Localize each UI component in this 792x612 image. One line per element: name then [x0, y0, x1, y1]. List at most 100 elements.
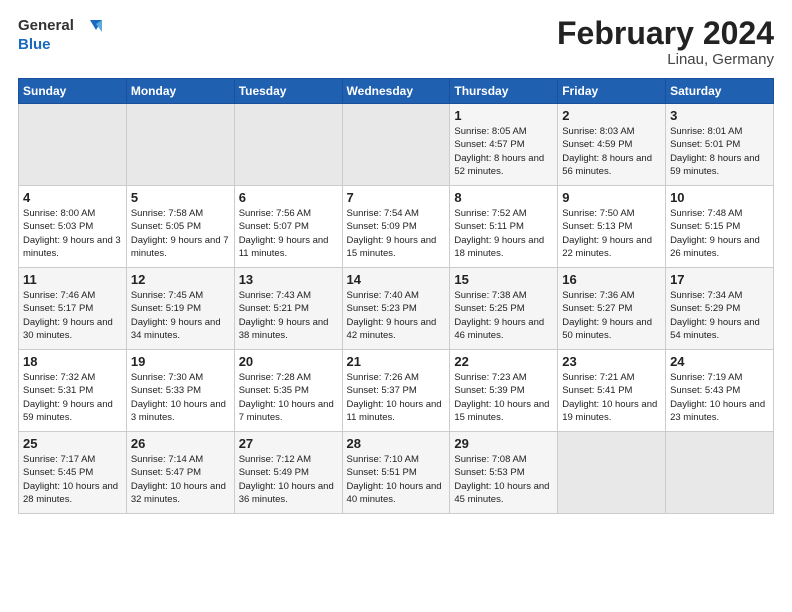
calendar-cell: 7 Sunrise: 7:54 AM Sunset: 5:09 PM Daylig…: [342, 186, 450, 268]
day-number: 25: [23, 436, 122, 451]
day-number: 19: [131, 354, 230, 369]
day-number: 16: [562, 272, 661, 287]
day-number: 23: [562, 354, 661, 369]
day-number: 24: [670, 354, 769, 369]
cell-info: Sunrise: 7:38 AM Sunset: 5:25 PM Dayligh…: [454, 289, 553, 342]
day-number: 14: [347, 272, 446, 287]
header-row: SundayMondayTuesdayWednesdayThursdayFrid…: [19, 79, 774, 104]
day-number: 27: [239, 436, 338, 451]
calendar-cell: 3 Sunrise: 8:01 AM Sunset: 5:01 PM Daylig…: [666, 104, 774, 186]
day-number: 26: [131, 436, 230, 451]
cell-info: Sunrise: 7:56 AM Sunset: 5:07 PM Dayligh…: [239, 207, 338, 260]
cell-info: Sunrise: 7:46 AM Sunset: 5:17 PM Dayligh…: [23, 289, 122, 342]
cell-info: Sunrise: 7:36 AM Sunset: 5:27 PM Dayligh…: [562, 289, 661, 342]
calendar-cell: 16 Sunrise: 7:36 AM Sunset: 5:27 PM Dayli…: [558, 268, 666, 350]
page: General Blue February 2024 Linau, German…: [0, 0, 792, 526]
calendar-cell: 4 Sunrise: 8:00 AM Sunset: 5:03 PM Daylig…: [19, 186, 127, 268]
day-header-saturday: Saturday: [666, 79, 774, 104]
cell-info: Sunrise: 8:00 AM Sunset: 5:03 PM Dayligh…: [23, 207, 122, 260]
logo-blue: Blue: [18, 36, 51, 53]
day-header-wednesday: Wednesday: [342, 79, 450, 104]
cell-info: Sunrise: 8:03 AM Sunset: 4:59 PM Dayligh…: [562, 125, 661, 178]
cell-info: Sunrise: 7:14 AM Sunset: 5:47 PM Dayligh…: [131, 453, 230, 506]
calendar-cell: 24 Sunrise: 7:19 AM Sunset: 5:43 PM Dayli…: [666, 350, 774, 432]
logo: General Blue: [18, 16, 102, 54]
cell-info: Sunrise: 7:17 AM Sunset: 5:45 PM Dayligh…: [23, 453, 122, 506]
cell-info: Sunrise: 7:54 AM Sunset: 5:09 PM Dayligh…: [347, 207, 446, 260]
calendar-cell: 21 Sunrise: 7:26 AM Sunset: 5:37 PM Dayli…: [342, 350, 450, 432]
calendar-cell: 11Sunrise: 7:46 AM Sunset: 5:17 PM Dayli…: [19, 268, 127, 350]
day-number: 20: [239, 354, 338, 369]
logo-wordmark: General Blue: [18, 16, 102, 54]
calendar-cell: 26 Sunrise: 7:14 AM Sunset: 5:47 PM Dayli…: [126, 432, 234, 514]
title-block: February 2024 Linau, Germany: [557, 16, 774, 68]
day-number: 2: [562, 108, 661, 123]
week-row: 25 Sunrise: 7:17 AM Sunset: 5:45 PM Dayli…: [19, 432, 774, 514]
day-number: 21: [347, 354, 446, 369]
cell-info: Sunrise: 7:21 AM Sunset: 5:41 PM Dayligh…: [562, 371, 661, 424]
day-number: 3: [670, 108, 769, 123]
day-number: 8: [454, 190, 553, 205]
day-number: 10: [670, 190, 769, 205]
cell-info: Sunrise: 7:40 AM Sunset: 5:23 PM Dayligh…: [347, 289, 446, 342]
day-number: 6: [239, 190, 338, 205]
day-number: 29: [454, 436, 553, 451]
logo-bird-icon: [80, 16, 102, 36]
calendar-cell: 20 Sunrise: 7:28 AM Sunset: 5:35 PM Dayli…: [234, 350, 342, 432]
cell-info: Sunrise: 7:30 AM Sunset: 5:33 PM Dayligh…: [131, 371, 230, 424]
day-number: 12: [131, 272, 230, 287]
day-number: 17: [670, 272, 769, 287]
cell-info: Sunrise: 7:45 AM Sunset: 5:19 PM Dayligh…: [131, 289, 230, 342]
calendar-cell: 10Sunrise: 7:48 AM Sunset: 5:15 PM Dayli…: [666, 186, 774, 268]
cell-info: Sunrise: 7:52 AM Sunset: 5:11 PM Dayligh…: [454, 207, 553, 260]
day-number: 18: [23, 354, 122, 369]
calendar-cell: 22 Sunrise: 7:23 AM Sunset: 5:39 PM Dayli…: [450, 350, 558, 432]
calendar-cell: 29 Sunrise: 7:08 AM Sunset: 5:53 PM Dayli…: [450, 432, 558, 514]
day-number: 5: [131, 190, 230, 205]
calendar-cell: [234, 104, 342, 186]
logo-general: General: [18, 17, 74, 34]
calendar-cell: [19, 104, 127, 186]
calendar-cell: 14 Sunrise: 7:40 AM Sunset: 5:23 PM Dayli…: [342, 268, 450, 350]
calendar-cell: 8 Sunrise: 7:52 AM Sunset: 5:11 PM Daylig…: [450, 186, 558, 268]
cell-info: Sunrise: 7:26 AM Sunset: 5:37 PM Dayligh…: [347, 371, 446, 424]
cell-info: Sunrise: 7:32 AM Sunset: 5:31 PM Dayligh…: [23, 371, 122, 424]
calendar-cell: [342, 104, 450, 186]
cell-info: Sunrise: 7:08 AM Sunset: 5:53 PM Dayligh…: [454, 453, 553, 506]
calendar-cell: [126, 104, 234, 186]
week-row: 18 Sunrise: 7:32 AM Sunset: 5:31 PM Dayli…: [19, 350, 774, 432]
cell-info: Sunrise: 7:23 AM Sunset: 5:39 PM Dayligh…: [454, 371, 553, 424]
cell-info: Sunrise: 7:10 AM Sunset: 5:51 PM Dayligh…: [347, 453, 446, 506]
day-header-friday: Friday: [558, 79, 666, 104]
week-row: 4 Sunrise: 8:00 AM Sunset: 5:03 PM Daylig…: [19, 186, 774, 268]
day-number: 4: [23, 190, 122, 205]
cell-info: Sunrise: 7:19 AM Sunset: 5:43 PM Dayligh…: [670, 371, 769, 424]
calendar-cell: [666, 432, 774, 514]
day-number: 15: [454, 272, 553, 287]
calendar-cell: 25 Sunrise: 7:17 AM Sunset: 5:45 PM Dayli…: [19, 432, 127, 514]
calendar-cell: 15 Sunrise: 7:38 AM Sunset: 5:25 PM Dayli…: [450, 268, 558, 350]
calendar-cell: 27 Sunrise: 7:12 AM Sunset: 5:49 PM Dayli…: [234, 432, 342, 514]
cell-info: Sunrise: 7:28 AM Sunset: 5:35 PM Dayligh…: [239, 371, 338, 424]
day-header-sunday: Sunday: [19, 79, 127, 104]
calendar-cell: 5 Sunrise: 7:58 AM Sunset: 5:05 PM Daylig…: [126, 186, 234, 268]
month-title: February 2024: [557, 16, 774, 51]
calendar-cell: 19 Sunrise: 7:30 AM Sunset: 5:33 PM Dayli…: [126, 350, 234, 432]
calendar-cell: 2 Sunrise: 8:03 AM Sunset: 4:59 PM Daylig…: [558, 104, 666, 186]
cell-info: Sunrise: 8:01 AM Sunset: 5:01 PM Dayligh…: [670, 125, 769, 178]
day-header-monday: Monday: [126, 79, 234, 104]
day-number: 13: [239, 272, 338, 287]
day-number: 7: [347, 190, 446, 205]
cell-info: Sunrise: 7:50 AM Sunset: 5:13 PM Dayligh…: [562, 207, 661, 260]
cell-info: Sunrise: 7:58 AM Sunset: 5:05 PM Dayligh…: [131, 207, 230, 260]
location: Linau, Germany: [557, 51, 774, 68]
calendar-table: SundayMondayTuesdayWednesdayThursdayFrid…: [18, 78, 774, 514]
calendar-cell: 1Sunrise: 8:05 AM Sunset: 4:57 PM Daylig…: [450, 104, 558, 186]
day-header-thursday: Thursday: [450, 79, 558, 104]
cell-info: Sunrise: 7:12 AM Sunset: 5:49 PM Dayligh…: [239, 453, 338, 506]
day-number: 22: [454, 354, 553, 369]
calendar-cell: 17Sunrise: 7:34 AM Sunset: 5:29 PM Dayli…: [666, 268, 774, 350]
header: General Blue February 2024 Linau, German…: [18, 16, 774, 68]
day-number: 9: [562, 190, 661, 205]
week-row: 1Sunrise: 8:05 AM Sunset: 4:57 PM Daylig…: [19, 104, 774, 186]
